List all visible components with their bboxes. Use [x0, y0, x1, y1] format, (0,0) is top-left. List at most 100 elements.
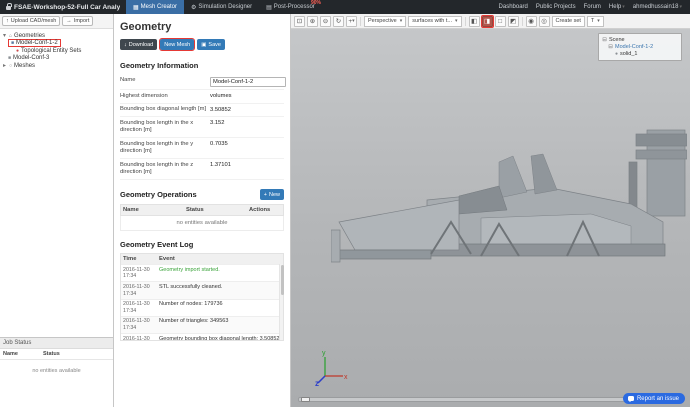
eye-icon: ◉	[528, 18, 534, 25]
zoom-in-icon: ⊕	[309, 18, 316, 25]
upload-cad-button[interactable]: ↑ Upload CAD/mesh	[2, 16, 61, 26]
hide-face-button[interactable]: ◨	[480, 14, 494, 28]
front-wing-endplate	[331, 229, 341, 263]
render-mode-dropdown[interactable]: surfaces with t... ▾	[408, 15, 462, 27]
tree-item-model-conf-1-2[interactable]: ■ Model-Conf-1-2	[0, 39, 113, 48]
sidebar-toolbar: ↑ Upload CAD/mesh → Import	[0, 14, 113, 29]
link-dashboard[interactable]: Dashboard	[499, 4, 528, 10]
front-wing	[331, 249, 432, 260]
tab-mesh-creator[interactable]: ▦ Mesh Creator	[126, 0, 185, 14]
operations-table-header: Name Status Actions	[120, 204, 284, 217]
rotate-view-button[interactable]: ↻	[333, 15, 344, 27]
3d-viewport[interactable]: ⊡ ⊕ ⊖ ↻ + ▾ Perspective ▾ surfaces with …	[291, 14, 690, 407]
divider	[360, 16, 361, 26]
projection-dropdown[interactable]: Perspective ▾	[364, 15, 407, 27]
table-row: 2016-11-30 17:34 Geometry bounding box d…	[121, 333, 283, 340]
scene-root[interactable]: ⊟ Scene	[602, 36, 678, 43]
user-menu[interactable]: ahmedhussain18 ▾	[633, 4, 682, 10]
info-row-y-length: Bounding box length in the y direction […	[120, 138, 284, 160]
scrollbar-thumb[interactable]	[280, 265, 284, 296]
link-public-projects[interactable]: Public Projects	[536, 4, 576, 10]
link-forum[interactable]: Forum	[584, 4, 601, 10]
fit-view-button[interactable]: ⊡	[294, 15, 305, 27]
top-navbar: FSAE-Workshop-52-Full Car Analy... ▦ Mes…	[0, 0, 690, 14]
solid-icon: ●	[615, 50, 619, 57]
geometry-cube-icon: ■	[8, 55, 12, 62]
rear-wing	[628, 129, 687, 221]
info-row-dimension: Highest dimension volumes	[120, 90, 284, 104]
help-menu[interactable]: Help ▾	[609, 4, 625, 10]
pan-view-button[interactable]: + ▾	[346, 15, 357, 27]
chevron-down-icon: ▾	[679, 4, 682, 10]
geometry-actions: ↓ Download New Mesh ▣ Save	[120, 38, 284, 51]
section-geometry-operations: Geometry Operations	[120, 190, 197, 200]
show-all-button[interactable]: □	[494, 15, 506, 27]
chevron-down-icon: ▾	[399, 18, 403, 24]
plus-icon: +	[263, 191, 267, 198]
show-hidden-button[interactable]: ◉	[525, 15, 537, 27]
roll-hoop	[498, 155, 528, 199]
scene-model-conf-1-2[interactable]: ⊟ Model-Conf-1-2	[602, 43, 678, 50]
tree-item-meshes[interactable]: ▸ ○ Meshes	[0, 62, 113, 70]
report-issue-button[interactable]: Report an issue	[622, 393, 685, 404]
upload-icon: ↑	[6, 18, 9, 24]
invert-selection-button[interactable]: ◩	[507, 15, 519, 27]
event-log-scrollbar[interactable]	[279, 264, 284, 341]
app-window: FSAE-Workshop-52-Full Car Analy... ▦ Mes…	[0, 0, 690, 407]
workbench-tabs: ▦ Mesh Creator ⚙ Simulation Designer ▤ P…	[126, 0, 322, 14]
hide-selected-button[interactable]: ◎	[538, 15, 550, 27]
tree-item-topological-entity-sets[interactable]: ● Topological Entity Sets	[0, 47, 113, 55]
tree-open-icon: ⊟	[602, 36, 607, 43]
zoom-in-button[interactable]: ⊕	[307, 15, 318, 27]
chevron-down-icon: ▾	[597, 18, 600, 24]
download-icon: ↓	[124, 41, 127, 48]
zoom-out-button[interactable]: ⊖	[320, 15, 331, 27]
geometry-tree: ▾ ⌂ Geometries ■ Model-Conf-1-2 ● Topolo…	[0, 29, 113, 337]
filter-dropdown[interactable]: T ▾	[586, 15, 604, 27]
save-button[interactable]: ▣ Save	[197, 39, 225, 50]
import-button[interactable]: → Import	[62, 16, 94, 26]
import-icon: →	[66, 18, 72, 24]
chevron-down-icon: ▾	[622, 4, 625, 10]
car-model[interactable]	[331, 126, 687, 298]
download-button[interactable]: ↓ Download	[120, 39, 158, 50]
event-log-header: Time Event	[121, 254, 283, 265]
table-row: 2016-11-30 17:34 Number of triangles: 34…	[121, 315, 283, 334]
hide-face-icon: ◨	[483, 18, 491, 25]
job-status-title: Job Status	[0, 338, 113, 349]
chevron-down-icon: ▾	[455, 18, 458, 24]
viewport-toolbar: ⊡ ⊕ ⊖ ↻ + ▾ Perspective ▾ surfaces with …	[291, 14, 690, 29]
geometry-cube-icon: ■	[11, 40, 15, 47]
job-status-empty: no entities available	[32, 368, 81, 374]
entity-set-icon: ●	[16, 47, 20, 54]
chevron-down-icon: ▾	[2, 33, 6, 40]
divider	[521, 16, 523, 26]
slider-handle[interactable]	[301, 397, 310, 402]
page-title: Geometry	[120, 21, 172, 33]
rotate-icon: ↻	[335, 18, 342, 25]
left-sidebar: ↑ Upload CAD/mesh → Import ▾ ⌂ Geometrie…	[0, 14, 114, 407]
topbar-links: Dashboard Public Projects Forum Help ▾ a…	[499, 4, 690, 10]
shark-fin	[530, 153, 558, 195]
tree-item-model-conf-3[interactable]: ■ Model-Conf-3	[0, 55, 113, 63]
project-title: FSAE-Workshop-52-Full Car Analy...	[14, 3, 120, 11]
project-breadcrumb[interactable]: FSAE-Workshop-52-Full Car Analy...	[0, 3, 126, 11]
event-log-table: Time Event 2016-11-30 17:34 Geometry imp…	[120, 253, 284, 342]
selection-annotation: ■ Model-Conf-1-2	[8, 39, 61, 48]
create-set-button[interactable]: Create set	[551, 15, 585, 27]
save-icon: ▣	[201, 41, 207, 48]
nose-cone	[338, 199, 460, 251]
section-geometry-information: Geometry Information	[120, 61, 199, 70]
chevron-right-icon: ▸	[2, 63, 6, 70]
scene-solid-1[interactable]: ● solid_1	[602, 50, 678, 57]
geometry-name-input[interactable]	[210, 76, 286, 87]
new-mesh-button[interactable]: New Mesh	[159, 38, 196, 51]
y-axis-label: y	[322, 350, 326, 357]
chevron-down-icon: ▾	[352, 18, 355, 24]
select-face-button[interactable]: ◧	[468, 15, 480, 27]
job-status-header: Name Status	[0, 349, 113, 360]
tab-simulation-designer[interactable]: ⚙ Simulation Designer	[184, 0, 259, 14]
simulation-designer-icon: ⚙	[191, 4, 197, 11]
new-operation-button[interactable]: + New	[259, 189, 284, 201]
scene-tree-overlay: ⊟ Scene ⊟ Model-Conf-1-2 ● solid_1	[598, 33, 682, 61]
